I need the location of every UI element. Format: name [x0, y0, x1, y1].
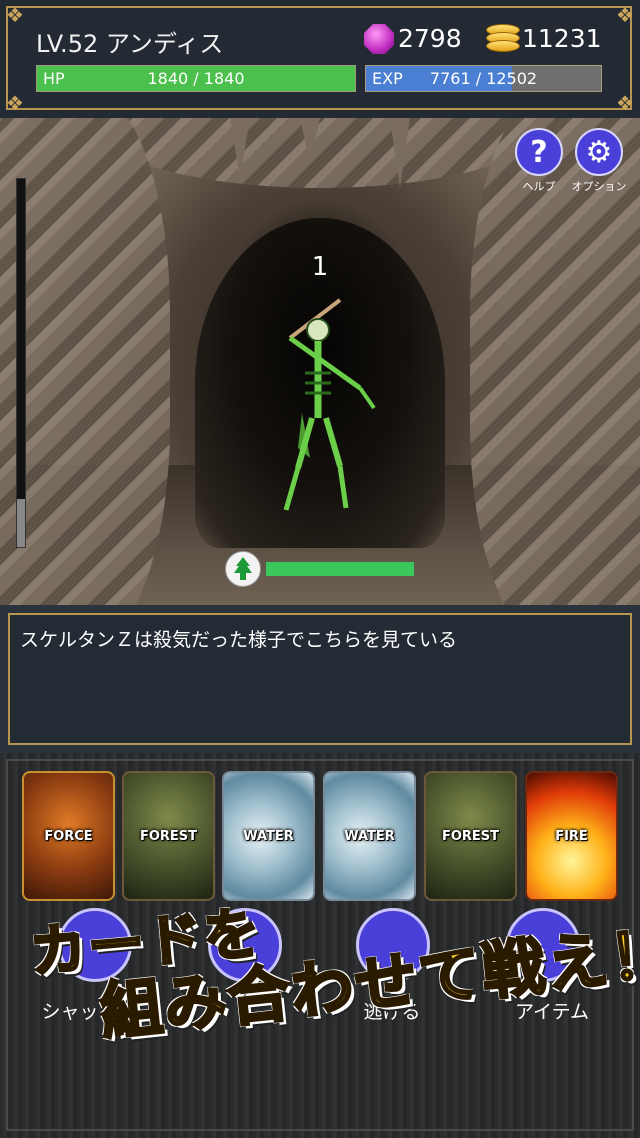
hp-bar: HP 1840 / 1840	[36, 65, 356, 92]
enemy-hp-bar	[266, 562, 414, 576]
card-label: WATER	[344, 828, 395, 844]
question-icon: ?	[530, 134, 548, 170]
card-label: WATER	[243, 828, 294, 844]
enemy-skeleton[interactable]	[250, 298, 390, 528]
message-area: スケルタンＺは殺気だった様子でこちらを見ている	[0, 605, 640, 753]
card-fire[interactable]: FIRE	[525, 771, 618, 901]
stalactite	[300, 118, 320, 163]
item-button[interactable]	[506, 908, 580, 982]
card-forest[interactable]: FOREST	[424, 771, 517, 901]
card-water[interactable]: WATER	[222, 771, 315, 901]
card-forest[interactable]: FOREST	[122, 771, 215, 901]
side-gauge-fill	[17, 499, 25, 547]
turn-count: 1	[311, 252, 329, 282]
exp-bar: EXP 7761 / 12502	[365, 65, 602, 92]
shuffle-button[interactable]	[58, 908, 132, 982]
player-name-level: LV.52 アンディス	[36, 30, 224, 58]
escape-label: 逃げる	[363, 1001, 421, 1023]
coin-count: 11231	[522, 24, 602, 53]
ornament-corner-icon: ❖	[616, 91, 634, 115]
escape-button[interactable]	[356, 908, 430, 982]
message-box[interactable]: スケルタンＺは殺気だった様子でこちらを見ている	[8, 613, 632, 745]
side-gauge	[16, 178, 26, 548]
options-button[interactable]: ⚙	[575, 128, 623, 176]
exp-value: 7761 / 12502	[429, 69, 538, 88]
battle-scene[interactable]: 1 ? ヘルプ ⚙ オプション	[0, 118, 640, 605]
gem-icon	[364, 24, 394, 54]
skeleton-sprite-icon	[283, 298, 376, 511]
attack-button[interactable]	[208, 908, 282, 982]
card-area: FORCE FOREST WATER WATER FOREST FIRE シャッ…	[0, 753, 640, 1138]
coin-stack-icon	[486, 24, 520, 54]
tree-icon	[225, 551, 261, 587]
card-water[interactable]: WATER	[323, 771, 416, 901]
gem-count: 2798	[398, 24, 462, 53]
card-force[interactable]: FORCE	[22, 771, 115, 901]
battle-message: スケルタンＺは殺気だった様子でこちらを見ている	[20, 629, 458, 651]
hp-value: 1840 / 1840	[147, 69, 245, 88]
stalactite	[230, 118, 250, 178]
ornament-corner-icon: ❖	[6, 91, 24, 115]
gear-icon: ⚙	[585, 134, 613, 170]
shuffle-label: シャッ	[41, 1001, 99, 1023]
card-label: FOREST	[139, 828, 198, 844]
help-button[interactable]: ?	[515, 128, 563, 176]
options-caption: オプション	[571, 180, 627, 193]
card-label: FORCE	[44, 828, 93, 844]
ornament-corner-icon: ❖	[6, 3, 24, 27]
card-label: FOREST	[441, 828, 500, 844]
card-label: FIRE	[555, 828, 588, 844]
enemy-hp-bar-fill	[266, 562, 414, 576]
ornament-corner-icon: ❖	[616, 3, 634, 27]
item-label: アイテム	[514, 1001, 590, 1023]
status-panel: ❖ ❖ ❖ ❖ LV.52 アンディス 2798 11231 HP 1840 /…	[0, 0, 640, 118]
stalactite	[390, 118, 410, 188]
